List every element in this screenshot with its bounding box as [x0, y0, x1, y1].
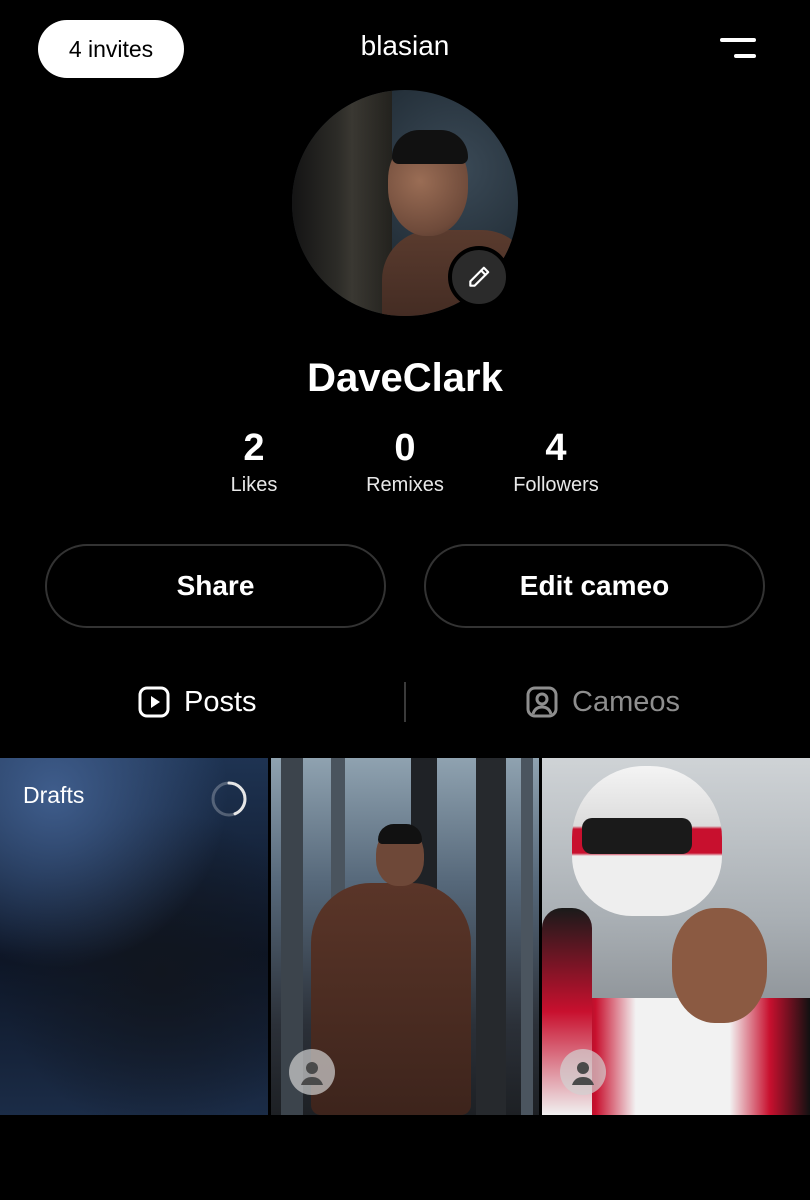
loading-spinner-icon — [211, 781, 247, 817]
tab-divider — [404, 682, 406, 722]
stat-likes[interactable]: 2 Likes — [174, 426, 334, 497]
person-icon — [560, 1049, 606, 1095]
tab-cameos-label: Cameos — [572, 685, 680, 718]
menu-icon[interactable] — [712, 30, 764, 70]
tab-cameos[interactable]: Cameos — [526, 676, 680, 728]
share-label: Share — [176, 570, 255, 601]
likes-count: 2 — [243, 427, 265, 469]
post-thumbnail[interactable] — [271, 758, 539, 1115]
username-title: blasian — [360, 30, 450, 61]
tab-posts[interactable]: Posts — [138, 676, 257, 728]
followers-label: Followers — [513, 474, 599, 496]
post-thumbnail[interactable] — [542, 758, 810, 1115]
tab-posts-label: Posts — [184, 685, 257, 718]
play-square-icon — [138, 686, 170, 718]
display-name: DaveClark — [307, 356, 503, 400]
likes-label: Likes — [230, 474, 278, 496]
person-icon — [289, 1049, 335, 1095]
followers-count: 4 — [545, 427, 567, 469]
pencil-icon — [469, 266, 490, 287]
profile-screen: 4 invites blasian DaveClark 2 Likes 0 Re… — [0, 0, 810, 1200]
stat-followers[interactable]: 4 Followers — [476, 426, 636, 497]
edit-avatar-button[interactable] — [448, 246, 510, 308]
edit-cameo-button[interactable]: Edit cameo — [424, 544, 765, 628]
remixes-count: 0 — [394, 427, 416, 469]
person-square-icon — [526, 686, 558, 718]
remixes-label: Remixes — [366, 474, 444, 496]
drafts-tile[interactable]: Drafts — [0, 758, 268, 1115]
drafts-label: Drafts — [23, 782, 85, 808]
edit-cameo-label: Edit cameo — [519, 570, 670, 601]
stat-remixes[interactable]: 0 Remixes — [325, 426, 485, 497]
share-button[interactable]: Share — [45, 544, 386, 628]
